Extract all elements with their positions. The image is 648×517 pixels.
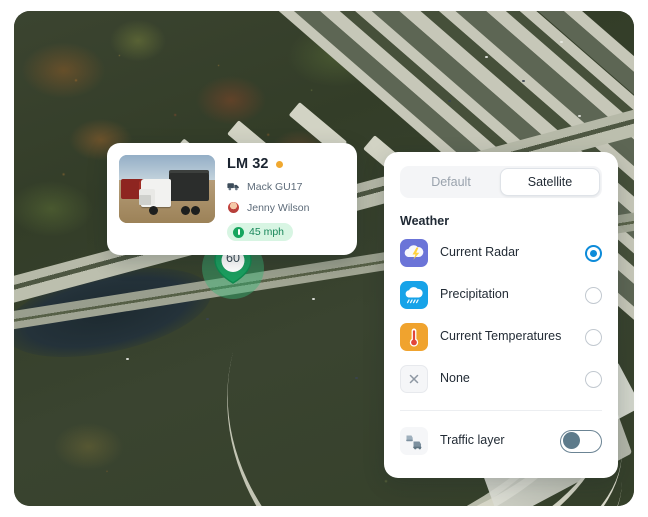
weather-radio-current-radar[interactable] (585, 244, 602, 262)
weather-option-none[interactable]: None (384, 358, 618, 400)
weather-radio-none[interactable] (585, 370, 602, 388)
basemap-tab-satellite[interactable]: Satellite (500, 168, 600, 196)
weather-option-label: Current Temperatures (440, 329, 562, 344)
vehicle-name: LM 32 (227, 156, 269, 172)
vehicle-model-row: Mack GU17 (227, 180, 345, 193)
close-x-icon (400, 365, 428, 393)
vehicle-driver: Jenny Wilson (247, 201, 310, 214)
rain-cloud-icon (400, 281, 428, 309)
panel-divider (400, 410, 602, 411)
vehicle-card[interactable]: LM 32 Mack GU17 Jenny Wilson 45 mph (107, 143, 357, 255)
weather-section-title: Weather (400, 214, 450, 228)
avatar-icon (227, 201, 240, 214)
truck-icon (227, 183, 239, 191)
traffic-cars-icon (400, 427, 428, 455)
map-screen: 60 LM 32 Mack GU17 Jenny Wilson 45 mph D… (0, 0, 648, 517)
status-dot (275, 160, 283, 168)
weather-option-label: None (440, 371, 470, 386)
thermometer-icon (400, 323, 428, 351)
traffic-layer-toggle[interactable] (560, 429, 602, 453)
weather-option-current-temperatures[interactable]: Current Temperatures (384, 316, 618, 358)
speed-badge: 45 mph (227, 223, 294, 241)
vehicle-photo (119, 155, 215, 223)
weather-option-label: Precipitation (440, 287, 509, 302)
storm-radar-icon (400, 239, 428, 267)
vehicle-info: LM 32 Mack GU17 Jenny Wilson 45 mph (227, 155, 345, 243)
weather-radio-current-temperatures[interactable] (585, 328, 602, 346)
speed-gauge-icon (233, 226, 244, 238)
vehicle-driver-row: Jenny Wilson (227, 201, 345, 214)
traffic-layer-row[interactable]: Traffic layer (384, 417, 618, 462)
basemap-switcher[interactable]: Default Satellite (400, 166, 602, 198)
basemap-tab-default[interactable]: Default (402, 168, 500, 196)
weather-option-current-radar[interactable]: Current Radar (384, 232, 618, 274)
vehicle-title-row: LM 32 (227, 156, 345, 172)
toggle-knob (562, 432, 580, 449)
map-layers-panel[interactable]: Default Satellite Weather Current Radar (384, 152, 618, 478)
weather-radio-precipitation[interactable] (585, 286, 602, 304)
weather-option-label: Current Radar (440, 245, 520, 260)
vehicle-model: Mack GU17 (247, 180, 303, 193)
traffic-layer-label: Traffic layer (440, 433, 505, 448)
weather-option-precipitation[interactable]: Precipitation (384, 274, 618, 316)
speed-value: 45 mph (249, 226, 285, 238)
